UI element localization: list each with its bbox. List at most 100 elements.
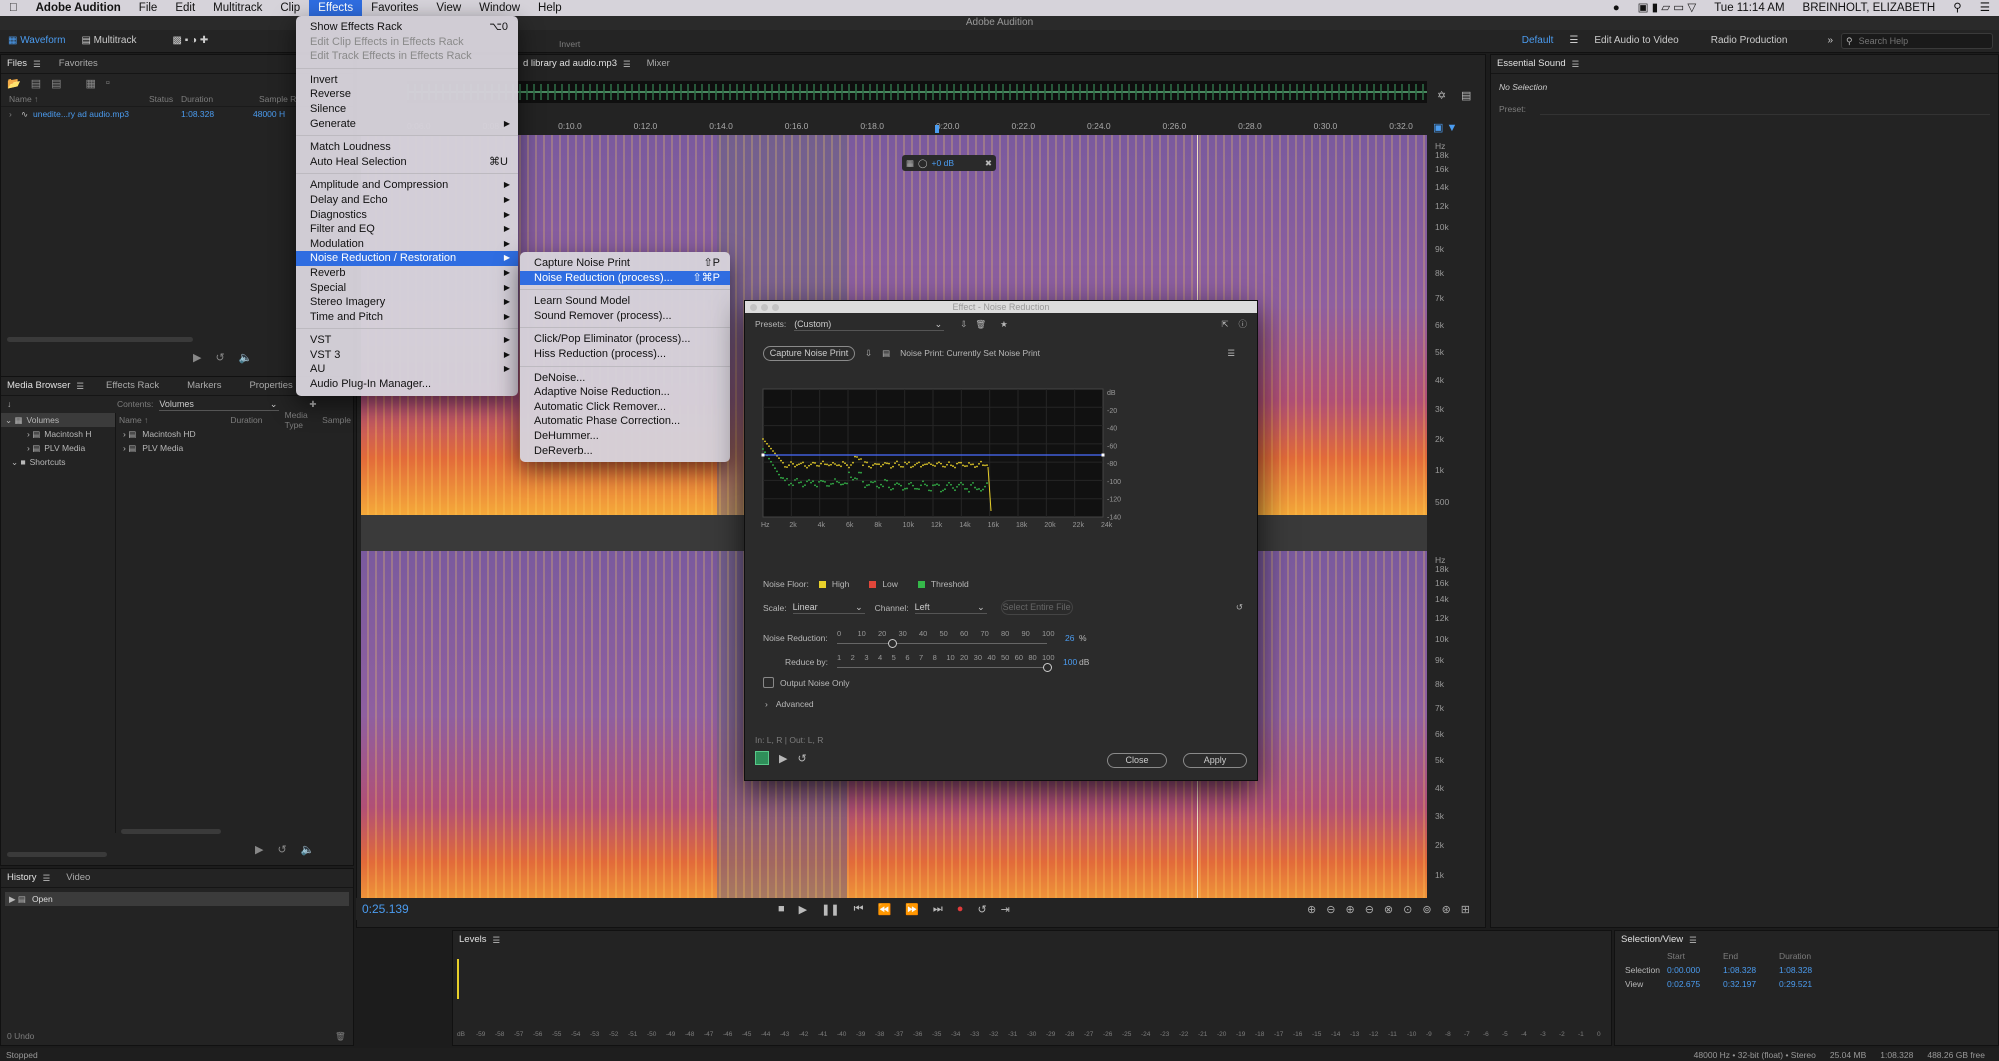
effects-menu-item[interactable]: Silence	[296, 102, 518, 117]
go-to-end-icon[interactable]: ⏭	[933, 903, 943, 916]
delete-icon[interactable]: ▫	[106, 77, 110, 89]
noise-submenu-item[interactable]: Sound Remover (process)...	[520, 309, 730, 324]
noise-reduction-track[interactable]	[837, 643, 1047, 644]
reset-icon[interactable]: ↺	[1236, 602, 1243, 613]
workspace-menu-icon[interactable]: ☰	[1561, 33, 1586, 49]
panel-menu-icon[interactable]: ☰	[43, 873, 51, 884]
noise-submenu-item[interactable]: Automatic Click Remover...	[520, 400, 730, 415]
overview-waveform[interactable]	[407, 81, 1427, 103]
selection-start[interactable]: 0:00.000	[1667, 965, 1723, 975]
effects-menu-item[interactable]: Generate ▶	[296, 117, 518, 132]
noise-submenu-item[interactable]: Hiss Reduction (process)...	[520, 347, 730, 362]
channel-select[interactable]: Left ⌄	[915, 601, 987, 614]
preview-play-icon[interactable]: ▶	[779, 752, 787, 765]
files-scrollbar[interactable]	[7, 337, 193, 342]
effects-menu-item[interactable]: Match Loudness	[296, 140, 518, 155]
save-preset-icon[interactable]: ⇩	[960, 319, 967, 330]
tab-media-browser[interactable]: Media Browser	[1, 378, 76, 394]
menu-window[interactable]: Window	[470, 0, 529, 16]
browser-action-icon[interactable]: ↓	[7, 399, 117, 409]
noise-submenu-item[interactable]: Click/Pop Eliminator (process)...	[520, 332, 730, 347]
preview-volume-icon[interactable]: 🔈	[239, 351, 253, 364]
preview-play-icon[interactable]: ▶	[193, 351, 201, 364]
user-name[interactable]: BREINHOLT, ELIZABETH	[1794, 0, 1945, 16]
zoom-fit-icon[interactable]: ✡	[1437, 89, 1446, 102]
overview-toggle-icon[interactable]: ▤	[1461, 89, 1471, 102]
effects-menu-item[interactable]: Reverb ▶	[296, 266, 518, 281]
effects-menu-item[interactable]: Invert	[296, 73, 518, 88]
workspace-default[interactable]: Default	[1514, 33, 1562, 49]
preview-play-icon[interactable]: ▶	[255, 843, 263, 856]
menu-view[interactable]: View	[427, 0, 470, 16]
graph-menu-icon[interactable]: ☰	[1227, 348, 1235, 359]
view-duration[interactable]: 0:29.521	[1779, 979, 1812, 989]
creative-cloud-icon[interactable]: ●	[1604, 0, 1629, 16]
close-window-dot[interactable]	[750, 304, 757, 311]
go-to-start-icon[interactable]: ⏮	[854, 903, 864, 916]
info-icon[interactable]: ⓘ	[1238, 318, 1247, 330]
col-media-type[interactable]: Media Type	[285, 410, 323, 430]
tree-plv-media[interactable]: › ▤ PLV Media	[1, 441, 115, 455]
effects-menu-item[interactable]: Amplitude and Compression ▶	[296, 178, 518, 193]
expand-chevron-icon[interactable]: ›	[9, 109, 21, 119]
tab-editor-file[interactable]: d library ad audio.mp3	[517, 56, 623, 72]
view-tools[interactable]: ▩ ▪ ◑ ✚	[164, 33, 216, 49]
zoom-in-point-icon[interactable]: ⊙	[1403, 903, 1412, 916]
view-end[interactable]: 0:32.197	[1723, 979, 1779, 989]
zoom-selection-icon[interactable]: ⊚	[1422, 903, 1431, 916]
panel-menu-icon[interactable]: ☰	[1572, 59, 1580, 70]
zoom-in-amplitude-icon[interactable]: ⊕	[1307, 903, 1316, 916]
noise-submenu-item[interactable]: DeHummer...	[520, 429, 730, 444]
effects-menu-item[interactable]: Filter and EQ ▶	[296, 222, 518, 237]
menu-multitrack[interactable]: Multitrack	[204, 0, 271, 16]
preview-volume-icon[interactable]: 🔈	[301, 843, 315, 856]
play-icon[interactable]: ▶	[799, 903, 807, 916]
noise-graph[interactable]: dB -20 -40 -60 -80 -100 -120 -140 Hz 2k 4k 6k 8k 10k 1…	[759, 385, 1139, 565]
insert-icon[interactable]: ▦	[86, 77, 96, 90]
zoom-out-amplitude-icon[interactable]: ⊖	[1326, 903, 1335, 916]
menu-file[interactable]: File	[130, 0, 167, 16]
open-file-icon[interactable]: 📂	[7, 77, 21, 90]
effects-menu-item[interactable]: Reverse	[296, 87, 518, 102]
list-scrollbar[interactable]	[121, 829, 221, 834]
zoom-window-dot[interactable]	[772, 304, 779, 311]
effects-menu-item[interactable]: Show Effects Rack ⌥0	[296, 20, 518, 35]
effects-menu-item[interactable]: Audio Plug-In Manager...	[296, 377, 518, 392]
reduce-by-value[interactable]: 100	[1063, 657, 1077, 667]
preview-loop-icon[interactable]: ↺	[797, 752, 806, 765]
favorite-star-icon[interactable]: ★	[1000, 319, 1008, 330]
col-duration[interactable]: Duration	[230, 415, 284, 425]
advanced-label[interactable]: Advanced	[776, 699, 814, 709]
load-noise-print-icon[interactable]: ⇩	[865, 348, 872, 359]
expand-icon[interactable]: ⇱	[1221, 319, 1228, 330]
effects-menu-item[interactable]: Modulation ▶	[296, 237, 518, 252]
contents-select[interactable]: Volumes ⌄	[159, 398, 279, 411]
zoom-out-full-icon[interactable]: ⊗	[1384, 903, 1393, 916]
scale-select[interactable]: Linear ⌄	[793, 601, 865, 614]
effects-menu-item[interactable]: Time and Pitch ▶	[296, 310, 518, 325]
skip-selection-icon[interactable]: ⇥	[1001, 903, 1010, 916]
notification-center-icon[interactable]: ☰	[1971, 0, 1999, 16]
apply-button[interactable]: Apply	[1183, 753, 1247, 768]
fast-forward-icon[interactable]: ⏩	[905, 903, 919, 916]
presets-select[interactable]: (Custom) ⌄	[794, 318, 944, 331]
col-name[interactable]: Name ↑	[9, 94, 149, 104]
tree-volumes[interactable]: ⌄ ▦ Volumes	[1, 413, 115, 427]
record-icon[interactable]: ●	[957, 903, 964, 916]
capture-noise-print-button[interactable]: Capture Noise Print	[763, 346, 855, 361]
panel-menu-icon[interactable]: ☰	[623, 59, 631, 70]
tree-macintosh-hd[interactable]: › ▤ Macintosh H	[1, 427, 115, 441]
tab-markers[interactable]: Markers	[181, 378, 227, 394]
loop-icon[interactable]: ↺	[977, 903, 986, 916]
noise-submenu-item[interactable]: Adaptive Noise Reduction...	[520, 385, 730, 400]
search-input[interactable]	[1857, 35, 1981, 47]
panel-menu-icon[interactable]: ☰	[76, 381, 84, 392]
multitrack-button[interactable]: ▤ Multitrack	[73, 33, 144, 49]
apple-icon[interactable]: 	[0, 0, 27, 16]
preview-loop-icon[interactable]: ↺	[215, 351, 224, 364]
trash-icon[interactable]: 🗑	[335, 1031, 346, 1042]
tab-video[interactable]: Video	[60, 870, 96, 886]
effects-menu-item[interactable]: Delay and Echo ▶	[296, 193, 518, 208]
menu-edit[interactable]: Edit	[166, 0, 204, 16]
col-sample[interactable]: Sample	[322, 415, 351, 425]
